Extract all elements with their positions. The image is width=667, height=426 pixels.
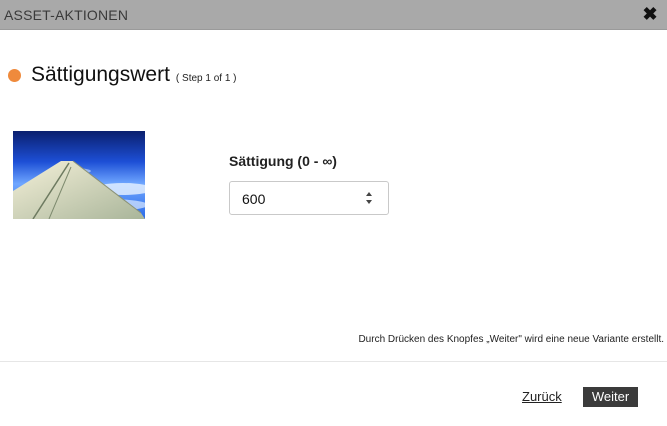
page-title: Sättigungswert [31,63,170,86]
asset-actions-dialog: ASSET-AKTIONEN ✖ Sättigungswert ( Step 1… [0,0,667,426]
saturation-input[interactable]: 600 [229,181,389,215]
dialog-titlebar: ASSET-AKTIONEN ✖ [0,0,667,30]
saturation-label: Sättigung (0 - ∞) [229,153,337,169]
spinner-arrows-icon[interactable] [364,190,374,206]
step-indicator-dot [8,68,21,82]
close-icon[interactable]: ✖ [642,4,658,24]
next-button[interactable]: Weiter [583,387,638,407]
saturation-value[interactable]: 600 [242,191,265,207]
back-link[interactable]: Zurück [522,389,562,404]
airplane-wing-photo [13,131,145,219]
step-counter: ( Step 1 of 1 ) [175,72,237,84]
footer-divider [0,361,667,362]
asset-preview-image [13,131,145,219]
variant-hint-text: Durch Drücken des Knopfes „Weiter" wird … [358,334,664,345]
dialog-title: ASSET-AKTIONEN [4,7,129,23]
step-heading: Sättigungswert ( Step 1 of 1 ) [8,62,237,88]
